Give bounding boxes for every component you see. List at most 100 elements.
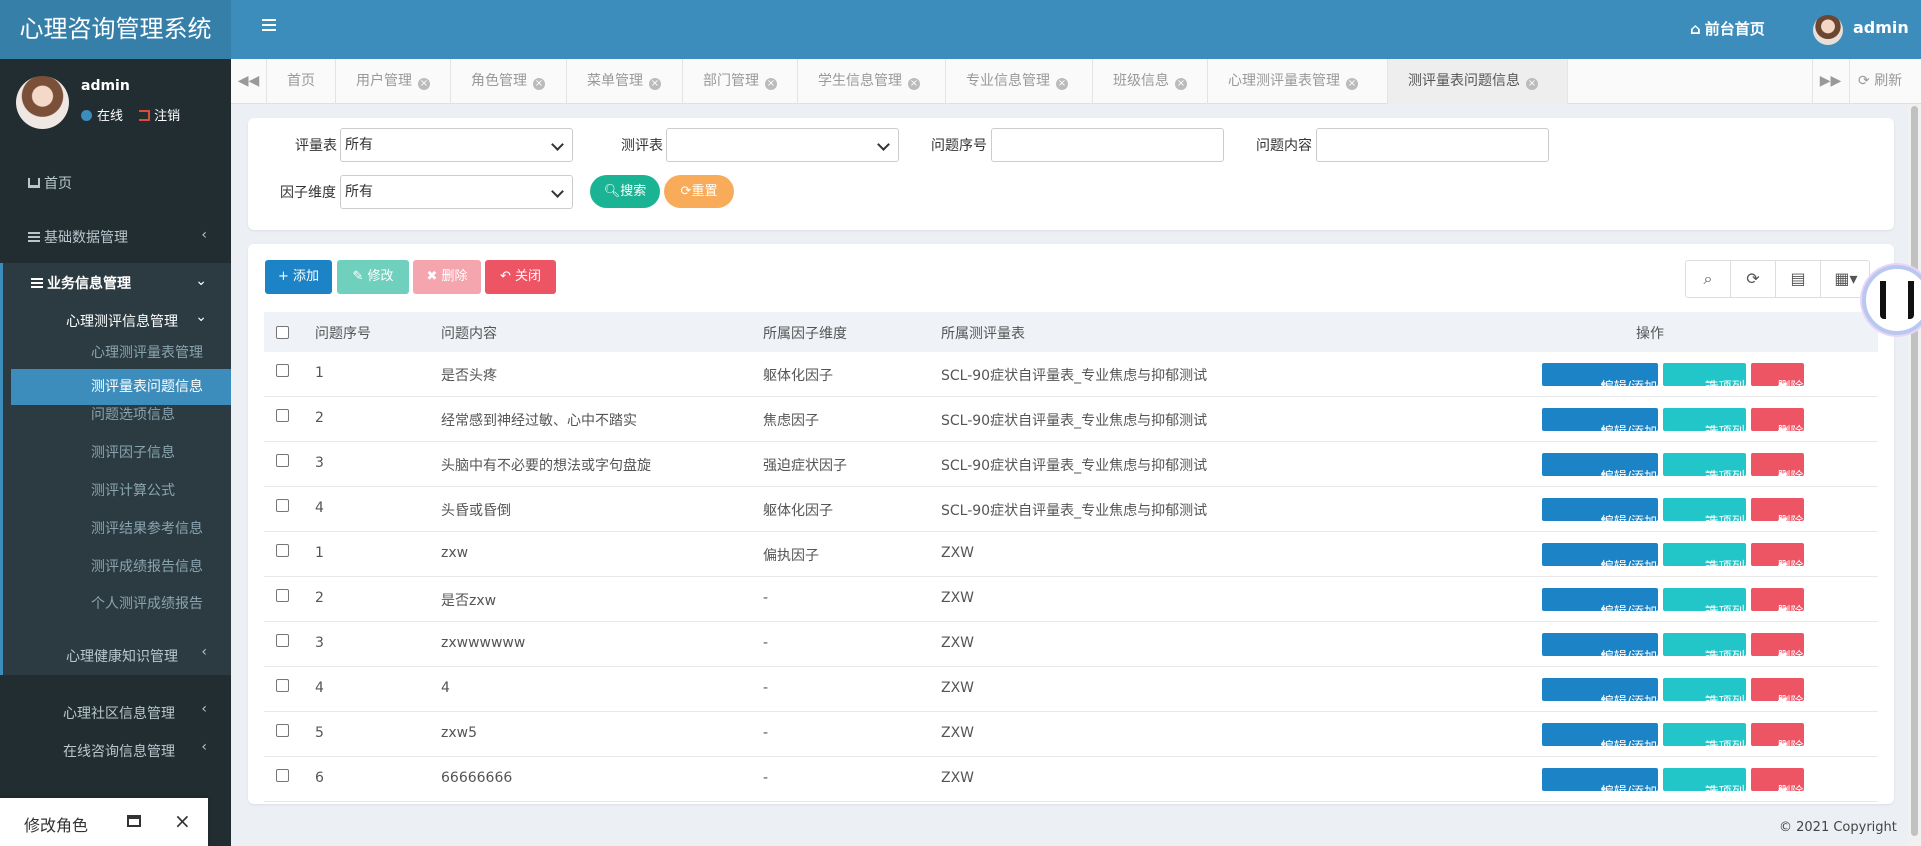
table-row[interactable]: 2 是否zxw - ZXW ✎编辑/添加选项☰选项列表✖删除 [264,577,1878,643]
sidebar-item-community[interactable]: 心理社区信息管理 ‹ [0,701,231,733]
column-header[interactable]: 问题序号 [315,323,371,343]
row-checkbox[interactable] [276,409,289,422]
table-row[interactable]: 5 zxw5 - ZXW ✎编辑/添加选项☰选项列表✖删除 [264,712,1878,778]
close-button[interactable]: ↶ 关闭 [485,260,556,294]
row-checkbox[interactable] [276,454,289,467]
edit-add-options-button[interactable]: ✎编辑/添加选项 [1542,498,1658,553]
search-icon[interactable]: ⌕ [1686,261,1731,297]
close-icon[interactable]: × [908,78,920,90]
sidebar-item-scale-management[interactable]: 心理测评量表管理 [91,342,203,362]
table-row[interactable]: 3 zxwwwwww - ZXW ✎编辑/添加选项☰选项列表✖删除 [264,622,1878,688]
tab-home[interactable]: 首页 [267,59,336,104]
edit-add-options-button[interactable]: ✎编辑/添加选项 [1542,363,1658,418]
row-checkbox[interactable] [276,499,289,512]
options-list-button[interactable]: ☰选项列表 [1663,723,1746,778]
front-home-link[interactable]: ⌂ 前台首页 [1690,18,1765,39]
close-icon[interactable]: × [765,78,777,90]
table-row[interactable]: 4 4 - ZXW ✎编辑/添加选项☰选项列表✖删除 [264,667,1878,733]
refresh-button[interactable]: ⟳ 刷新 [1849,59,1921,104]
column-header[interactable]: 所属测评量表 [941,323,1025,343]
reset-button[interactable]: ⟳重置 [664,175,734,208]
select-all-checkbox[interactable] [276,326,289,339]
options-list-button[interactable]: ☰选项列表 [1663,453,1746,508]
column-header[interactable]: 问题内容 [441,323,497,343]
edit-add-options-button[interactable]: ✎编辑/添加选项 [1542,408,1658,463]
row-checkbox[interactable] [276,634,289,647]
close-icon[interactable]: × [418,78,430,90]
row-delete-button[interactable]: ✖ 删除 [1751,498,1804,530]
tab-users[interactable]: 用户管理 × [336,59,451,104]
logout-link[interactable]: 注销 [154,109,180,124]
row-checkbox[interactable] [276,544,289,557]
question-no-input[interactable] [991,128,1224,162]
tab-scroll-right-icon[interactable]: ▶▶ [1812,59,1848,104]
row-delete-button[interactable]: ✖ 删除 [1751,408,1804,440]
options-list-button[interactable]: ☰选项列表 [1663,543,1746,598]
logout-icon[interactable] [139,110,151,121]
edit-add-options-button[interactable]: ✎编辑/添加选项 [1542,678,1658,733]
scrollbar[interactable] [1908,104,1921,846]
edit-add-options-button[interactable]: ✎编辑/添加选项 [1542,543,1658,598]
edit-add-options-button[interactable]: ✎编辑/添加选项 [1542,723,1658,778]
options-list-button[interactable]: ☰选项列表 [1663,678,1746,733]
tab-menus[interactable]: 菜单管理 × [567,59,683,104]
factor-select[interactable]: 所有 [340,175,573,209]
tab-scale-management[interactable]: 心理测评量表管理 × [1208,59,1388,104]
sidebar-item-question-options[interactable]: 问题选项信息 [91,404,175,424]
avatar[interactable] [1813,15,1843,45]
delete-button[interactable]: ✖ 删除 [413,260,481,294]
table-row[interactable]: 1 是否头疼 躯体化因子 SCL-90症状自评量表_专业焦虑与抑郁测试 ✎编辑/添加选项… [264,352,1878,418]
sidebar-item-basic-data[interactable]: 基础数据管理 ‹ [0,217,231,255]
row-delete-button[interactable]: ✖ 删除 [1751,453,1804,485]
header-username[interactable]: admin [1853,18,1909,37]
close-icon[interactable]: × [1175,78,1187,90]
row-checkbox[interactable] [276,589,289,602]
edit-button[interactable]: ✎ 修改 [337,260,409,294]
add-button[interactable]: + 添加 [265,260,332,294]
options-list-button[interactable]: ☰选项列表 [1663,768,1746,800]
row-delete-button[interactable]: ✖ 删除 [1751,723,1804,755]
sidebar-item-personal-report[interactable]: 个人测评成绩报告 [91,593,203,613]
close-icon[interactable]: × [533,78,545,90]
tab-majors[interactable]: 专业信息管理 × [946,59,1093,104]
app-logo[interactable]: 心理咨询管理系统 [0,0,231,59]
sidebar-item-scale-questions[interactable]: 测评量表问题信息 [11,369,231,405]
tab-scroll-left-icon[interactable]: ◀◀ [231,59,267,104]
options-list-button[interactable]: ☰选项列表 [1663,408,1746,463]
sidebar-item-home[interactable]: 首页 [0,163,231,201]
test-select[interactable] [666,128,899,162]
close-icon[interactable]: × [1346,78,1358,90]
sidebar-item-health-knowledge[interactable]: 心理健康知识管理 [66,646,178,666]
row-checkbox[interactable] [276,724,289,737]
sidebar-item-result-reference[interactable]: 测评结果参考信息 [91,518,203,538]
sidebar-item-score-reports[interactable]: 测评成绩报告信息 [91,556,203,576]
edit-add-options-button[interactable]: ✎编辑/添加选项 [1542,588,1658,643]
row-delete-button[interactable]: ✖ 删除 [1751,588,1804,620]
table-row[interactable]: 1 zxw 偏执因子 ZXW ✎编辑/添加选项☰选项列表✖删除 [264,532,1878,598]
row-delete-button[interactable]: ✖ 删除 [1751,363,1804,395]
sidebar-item-factors[interactable]: 测评因子信息 [91,442,175,462]
toggle-view-icon[interactable]: ▤ [1776,261,1821,297]
scrollbar-thumb[interactable] [1911,106,1918,836]
scale-select[interactable]: 所有 [340,128,573,162]
table-row[interactable]: 3 头脑中有不必要的想法或字句盘旋 强迫症状因子 SCL-90症状自评量表_专业焦虑与… [264,442,1878,508]
row-checkbox[interactable] [276,679,289,692]
row-delete-button[interactable]: ✖ 删除 [1751,678,1804,710]
refresh-icon[interactable]: ⟳ [1731,261,1776,297]
close-icon[interactable]: × [174,809,191,833]
tab-classes[interactable]: 班级信息 × [1093,59,1208,104]
sidebar-item-business[interactable]: 业务信息管理 [31,273,131,293]
menu-toggle-icon[interactable] [262,19,276,32]
close-icon[interactable]: × [1056,78,1068,90]
options-list-button[interactable]: ☰选项列表 [1663,633,1746,688]
tab-departments[interactable]: 部门管理 × [683,59,798,104]
row-checkbox[interactable] [276,364,289,377]
table-row[interactable]: 2 经常感到神经过敏、心中不踏实 焦虑因子 SCL-90症状自评量表_专业焦虑与抑郁测… [264,397,1878,463]
row-checkbox[interactable] [276,769,289,782]
tab-roles[interactable]: 角色管理 × [451,59,567,104]
tab-scale-questions[interactable]: 测评量表问题信息 × [1388,59,1568,104]
minimized-window[interactable]: 修改角色 × [0,798,208,846]
close-icon[interactable]: × [1526,78,1538,90]
search-button[interactable]: 🔍︎搜索 [590,175,660,208]
sidebar-item-psych-assessment[interactable]: 心理测评信息管理 [66,311,178,331]
